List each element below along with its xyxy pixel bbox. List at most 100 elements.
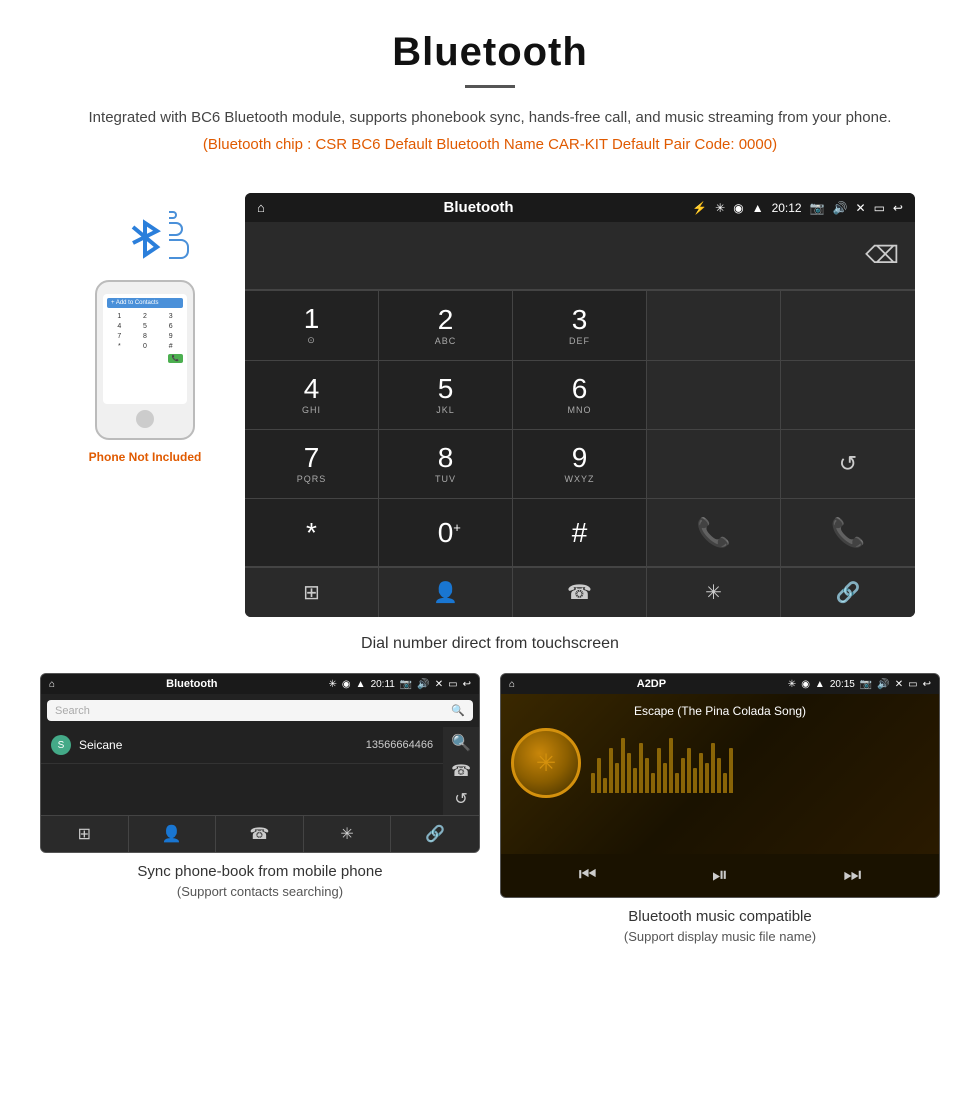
bt-specs: (Bluetooth chip : CSR BC6 Default Blueto… [60,136,920,153]
music-content: ✳ [511,728,929,798]
status-left: ⌂ [257,200,265,215]
back-icon[interactable]: ↩ [893,201,903,215]
search-icon: 🔍 [451,704,465,717]
viz-bar [603,778,607,793]
dial-6: 6 [158,322,183,331]
dial-key-8[interactable]: 8TUV [379,430,513,499]
phonebook-caption-sub: (Support contacts searching) [177,884,343,899]
dial-key-1[interactable]: 1⊙ [245,291,379,361]
music-caption: Bluetooth music compatible [628,906,811,929]
next-button[interactable]: ⏭ [843,864,861,887]
dialpad-rows: 1⊙ 2ABC 3DEF 4GHI 5JKL 6MNO 7PQRS 8TUV 9… [245,290,915,567]
dial-key-9[interactable]: 9WXYZ [513,430,647,499]
viz-bar [729,748,733,793]
pb-home-icon[interactable]: ⌂ [49,679,55,690]
screen-icon[interactable]: ▭ [874,201,885,215]
dial-caption: Dial number direct from touchscreen [0,635,980,653]
pb-contact-number: 13566664466 [366,739,433,751]
viz-bar [633,768,637,793]
camera-icon[interactable]: 📷 [810,201,825,215]
dial-1: 1 [107,312,132,321]
pb-volume-icon[interactable]: 🔊 [417,679,429,690]
viz-bar [657,748,661,793]
pb-status-title: Bluetooth [166,678,217,690]
dial-empty-r2c4 [647,361,781,430]
wave-small [169,211,177,219]
status-right: ⚡ ✳ ◉ ▲ 20:12 📷 🔊 ✕ ▭ ↩ [692,201,903,215]
music-camera-icon[interactable]: 📷 [860,679,872,690]
pb-search-right-icon[interactable]: 🔍 [451,733,471,753]
pb-screen-icon[interactable]: ▭ [448,679,457,690]
delete-icon[interactable]: ⌫ [865,241,899,270]
viz-bar [645,758,649,793]
dial-call-red-cell[interactable]: 📞 [781,499,915,567]
pb-status-right: ✳ ◉ ▲ 20:11 📷 🔊 ✕ ▭ ↩ [329,679,471,690]
subtitle: Integrated with BC6 Bluetooth module, su… [60,106,920,130]
music-home-icon[interactable]: ⌂ [509,679,515,690]
pb-right-icons: 🔍 ☎ ↺ [443,727,479,815]
pb-search-bar[interactable]: Search 🔍 [47,700,473,721]
location-icon: ◉ [733,201,743,215]
music-block: ⌂ A2DP ✳ ◉ ▲ 20:15 📷 🔊 ✕ ▭ ↩ Escape (The… [500,673,940,944]
nav-dialpad[interactable]: ⊞ [245,568,379,617]
dial-key-6[interactable]: 6MNO [513,361,647,430]
nav-bluetooth[interactable]: ✳ [647,568,781,617]
music-status-bar: ⌂ A2DP ✳ ◉ ▲ 20:15 📷 🔊 ✕ ▭ ↩ [501,674,939,694]
dial-empty-r1c4 [647,291,781,361]
page-title: Bluetooth [60,30,920,75]
music-status-left: ⌂ [509,679,515,690]
viz-bar [591,773,595,793]
music-screen-body: Escape (The Pina Colada Song) ✳ [501,694,939,854]
status-time: 20:12 [772,201,802,215]
play-pause-button[interactable]: ⏯ [712,864,728,887]
home-icon[interactable]: ⌂ [257,200,265,215]
dial-hash: # [158,342,183,351]
dial-reload-cell[interactable]: ↺ [781,430,915,499]
music-back-icon[interactable]: ↩ [923,679,931,690]
nav-call[interactable]: ☎ [513,568,647,617]
dial-key-3[interactable]: 3DEF [513,291,647,361]
viz-bar [639,743,643,793]
dial-key-0[interactable]: 0+ [379,499,513,567]
pb-contact-row[interactable]: S Seicane 13566664466 [41,727,443,764]
dial-3: 3 [158,312,183,321]
phone-call-row: 📞 [107,354,183,363]
pb-nav-call[interactable]: ☎ [216,816,304,852]
music-visualizer [591,733,929,793]
close-icon[interactable]: ✕ [856,201,866,215]
music-bt-icon: ✳ [788,679,796,690]
dial-empty-r1c5 [781,291,915,361]
dial-key-4[interactable]: 4GHI [245,361,379,430]
nav-contacts[interactable]: 👤 [379,568,513,617]
music-status-title: A2DP [637,678,666,690]
viz-bar [651,773,655,793]
pb-nav-settings[interactable]: 🔗 [391,816,479,852]
dial-7: 7 [107,332,132,341]
nav-settings[interactable]: 🔗 [781,568,915,617]
pb-nav-dialpad[interactable]: ⊞ [41,816,129,852]
pb-reload-right-icon[interactable]: ↺ [454,789,467,809]
pb-nav-contacts[interactable]: 👤 [129,816,217,852]
music-screen-icon[interactable]: ▭ [908,679,917,690]
pb-nav-bluetooth[interactable]: ✳ [304,816,392,852]
dial-key-star[interactable]: * [245,499,379,567]
pb-call-right-icon[interactable]: ☎ [451,761,471,781]
music-volume-icon[interactable]: 🔊 [877,679,889,690]
music-close-icon[interactable]: ✕ [895,679,903,690]
dial-call-green-cell[interactable]: 📞 [647,499,781,567]
dial-key-5[interactable]: 5JKL [379,361,513,430]
volume-icon[interactable]: 🔊 [833,201,848,215]
viz-bar [663,763,667,793]
pb-camera-icon[interactable]: 📷 [400,679,412,690]
dial-key-hash[interactable]: # [513,499,647,567]
pb-close-icon[interactable]: ✕ [435,679,443,690]
prev-button[interactable]: ⏮ [579,864,597,887]
wave-medium [169,222,183,236]
pb-back-icon[interactable]: ↩ [463,679,471,690]
phone-mockup: + Add to Contacts 1 2 3 4 5 6 7 8 9 * 0 … [95,280,195,440]
dial-key-7[interactable]: 7PQRS [245,430,379,499]
dial-9: 9 [158,332,183,341]
music-time: 20:15 [830,679,855,690]
pb-search-placeholder: Search [55,705,90,717]
dial-key-2[interactable]: 2ABC [379,291,513,361]
